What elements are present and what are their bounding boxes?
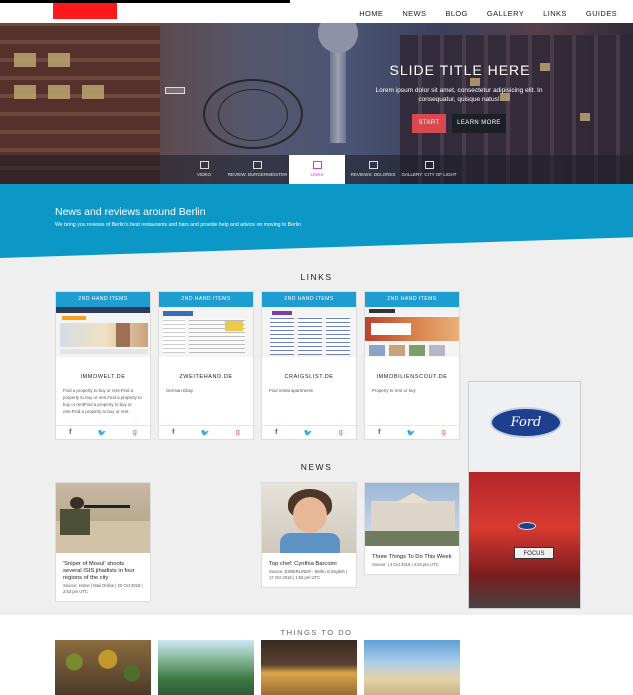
news-image bbox=[262, 483, 356, 553]
google-plus-icon[interactable]: g bbox=[339, 429, 343, 436]
facebook-icon[interactable]: f bbox=[275, 429, 277, 436]
card-tag: 2ND HAND ITEMS bbox=[262, 292, 356, 307]
top-bar: HOME NEWS BLOG GALLERY LINKS GUIDES bbox=[0, 0, 633, 23]
nav-gallery[interactable]: GALLERY bbox=[487, 9, 524, 18]
slide-subtitle: Lorem ipsum dolor sit amet, consectetur … bbox=[375, 87, 543, 103]
news-image bbox=[56, 483, 150, 553]
twitter-icon[interactable]: 🐦 bbox=[304, 429, 313, 437]
main-nav: HOME NEWS BLOG GALLERY LINKS GUIDES bbox=[359, 9, 617, 18]
tab-label: REVIEWS: DELORES bbox=[350, 172, 396, 177]
link-card[interactable]: 2ND HAND ITEMS CRAIGSLIST.DE Find rental… bbox=[261, 291, 357, 440]
thing-image[interactable] bbox=[364, 640, 460, 695]
square-icon bbox=[368, 161, 378, 169]
social-row: f 🐦 g bbox=[56, 425, 150, 439]
news-title[interactable]: Top chef: Cynthia Barcomi bbox=[262, 553, 356, 568]
twitter-icon[interactable]: 🐦 bbox=[407, 429, 416, 437]
social-row: f 🐦 g bbox=[159, 425, 253, 439]
site-description: Property to rent or buy bbox=[372, 388, 416, 393]
intro-subtitle: We bring you reviews of Berlin's best re… bbox=[55, 222, 301, 228]
site-name: IMMOBILIENSCOUT.DE bbox=[376, 374, 448, 380]
card-tag: 2ND HAND ITEMS bbox=[365, 292, 459, 307]
google-plus-icon[interactable]: g bbox=[236, 429, 240, 436]
thing-image[interactable] bbox=[261, 640, 357, 695]
intro-banner bbox=[0, 184, 633, 258]
start-button[interactable]: START bbox=[412, 114, 446, 133]
nav-guides[interactable]: GUIDES bbox=[586, 9, 617, 18]
nav-news[interactable]: NEWS bbox=[402, 9, 426, 18]
square-icon bbox=[424, 161, 434, 169]
facebook-icon[interactable]: f bbox=[378, 429, 380, 436]
site-description: Find rental apartments bbox=[269, 388, 313, 393]
links-heading: LINKS bbox=[300, 272, 333, 282]
slide-title: SLIDE TITLE HERE bbox=[389, 62, 531, 78]
tab-label: GALLERY: CITY OF LIGHT bbox=[401, 172, 457, 177]
news-card[interactable]: Three Things To Do This Week Source: | 4… bbox=[364, 482, 460, 575]
twitter-icon[interactable]: 🐦 bbox=[98, 429, 107, 437]
tab-label: REVIEW: BURGERMEISTER bbox=[227, 172, 288, 177]
slider-tabs: VIDEO REVIEW: BURGERMEISTER LINKS REVIEW… bbox=[0, 155, 633, 184]
image-icon bbox=[199, 161, 209, 169]
things-heading: THINGS TO DO bbox=[280, 628, 353, 637]
card-tag: 2ND HAND ITEMS bbox=[56, 292, 150, 307]
nav-home[interactable]: HOME bbox=[359, 9, 383, 18]
site-description: German Ebay bbox=[166, 388, 194, 393]
intro-title: News and reviews around Berlin bbox=[55, 206, 206, 218]
news-title[interactable]: 'Sniper of Mosul' shoots several ISIS ji… bbox=[56, 553, 150, 582]
license-plate: FOCUS bbox=[514, 547, 554, 559]
google-plus-icon[interactable]: g bbox=[442, 429, 446, 436]
tab-review-burgermeister[interactable]: REVIEW: BURGERMEISTER bbox=[226, 155, 289, 184]
site-screenshot-image bbox=[262, 307, 356, 357]
ford-badge-icon bbox=[518, 522, 536, 530]
link-card[interactable]: 2ND HAND ITEMS ZWEITEHAND.DE German Ebay… bbox=[158, 291, 254, 440]
news-card[interactable]: Top chef: Cynthia Barcomi Source: EXBERL… bbox=[261, 482, 357, 588]
ford-ad[interactable]: Ford FOCUS bbox=[468, 381, 581, 609]
page: HOME NEWS BLOG GALLERY LINKS GUIDES SLID… bbox=[0, 0, 633, 695]
ford-logo: Ford bbox=[490, 407, 562, 438]
news-meta: Source: EXBERLINER - Berlin in English |… bbox=[269, 569, 348, 580]
thing-image[interactable] bbox=[158, 640, 254, 695]
car-image bbox=[469, 472, 580, 608]
facebook-icon[interactable]: f bbox=[172, 429, 174, 436]
news-image bbox=[365, 483, 459, 546]
link-card[interactable]: 2ND HAND ITEMS IMMOBILIENSCOUT.DE Proper… bbox=[364, 291, 460, 440]
checkbox-icon bbox=[253, 161, 262, 169]
news-meta: Source: | 4 Oct 2016 | 4:20 pm UTC bbox=[372, 562, 439, 567]
tab-links[interactable]: LINKS bbox=[289, 155, 345, 184]
site-screenshot-image bbox=[365, 307, 459, 357]
tab-reviews-delores[interactable]: REVIEWS: DELORES bbox=[345, 155, 401, 184]
thing-image[interactable] bbox=[55, 640, 151, 695]
link-card[interactable]: 2ND HAND ITEMS IMMOWELT.DE Find a proper… bbox=[55, 291, 151, 440]
social-row: f 🐦 g bbox=[365, 425, 459, 439]
site-screenshot-image bbox=[159, 307, 253, 357]
site-screenshot-image bbox=[56, 307, 150, 357]
tab-video[interactable]: VIDEO bbox=[182, 155, 226, 184]
square-icon bbox=[312, 161, 322, 169]
tab-gallery-city-of-light[interactable]: GALLERY: CITY OF LIGHT bbox=[401, 155, 457, 184]
news-title[interactable]: Three Things To Do This Week bbox=[365, 546, 459, 561]
facebook-icon[interactable]: f bbox=[69, 429, 71, 436]
card-tag: 2ND HAND ITEMS bbox=[159, 292, 253, 307]
nav-links[interactable]: LINKS bbox=[543, 9, 567, 18]
news-card[interactable]: 'Sniper of Mosul' shoots several ISIS ji… bbox=[55, 482, 151, 602]
nav-blog[interactable]: BLOG bbox=[445, 9, 467, 18]
top-divider bbox=[0, 0, 290, 3]
learn-more-button[interactable]: LEARN MORE bbox=[452, 114, 506, 133]
news-heading: NEWS bbox=[300, 462, 333, 472]
social-row: f 🐦 g bbox=[262, 425, 356, 439]
google-plus-icon[interactable]: g bbox=[133, 429, 137, 436]
site-logo[interactable] bbox=[53, 3, 117, 19]
tab-label: VIDEO bbox=[196, 172, 211, 177]
twitter-icon[interactable]: 🐦 bbox=[201, 429, 210, 437]
news-meta: Source: Home | Mail Online | 20 Oct 2016… bbox=[63, 583, 143, 594]
broken-image-icon bbox=[165, 87, 185, 94]
tab-label: LINKS bbox=[310, 172, 324, 177]
site-description: Find a property to buy or rent.Find a pr… bbox=[63, 388, 142, 414]
